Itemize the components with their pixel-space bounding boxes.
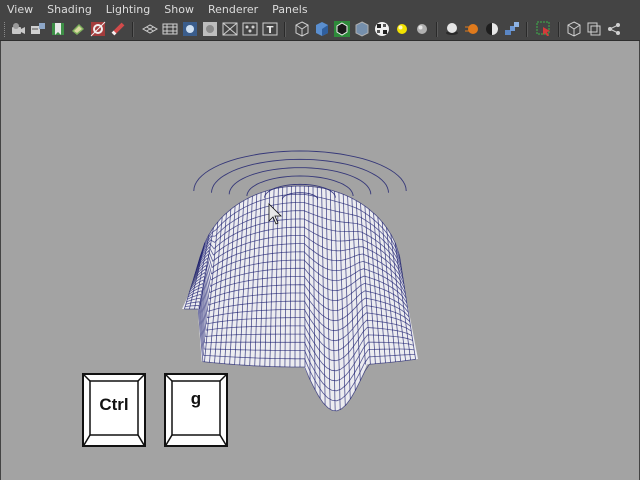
menu-panels[interactable]: Panels bbox=[265, 0, 314, 19]
select-camera-icon[interactable] bbox=[10, 21, 26, 37]
ctrl-key-indicator: Ctrl bbox=[82, 373, 146, 447]
maya-panel: View Shading Lighting Show Renderer Pane… bbox=[0, 0, 640, 480]
toolbar-separator bbox=[132, 22, 134, 37]
depth-of-field-icon[interactable] bbox=[504, 21, 520, 37]
3d-viewport[interactable]: Ctrl g bbox=[1, 41, 639, 480]
hypershade-icon[interactable] bbox=[606, 21, 622, 37]
field-chart-icon[interactable] bbox=[222, 21, 238, 37]
toolbar-separator bbox=[526, 22, 528, 37]
bookmark-icon[interactable] bbox=[50, 21, 66, 37]
toolbar-separator bbox=[284, 22, 286, 37]
menu-renderer[interactable]: Renderer bbox=[201, 0, 265, 19]
grease-pencil-icon[interactable] bbox=[110, 21, 126, 37]
use-all-lights-icon[interactable] bbox=[394, 21, 410, 37]
menu-show[interactable]: Show bbox=[157, 0, 201, 19]
xray-icon[interactable] bbox=[354, 21, 370, 37]
g-key-indicator: g bbox=[164, 373, 228, 447]
multisample-antialiasing-icon[interactable] bbox=[484, 21, 500, 37]
toolbar-handle-icon[interactable] bbox=[4, 22, 7, 37]
screen-space-ambient-occlusion-icon[interactable] bbox=[444, 21, 460, 37]
safe-action-icon[interactable] bbox=[242, 21, 258, 37]
grid-icon[interactable] bbox=[142, 21, 158, 37]
safe-title-icon[interactable]: T bbox=[262, 21, 278, 37]
panel-toolbar: T bbox=[0, 19, 640, 41]
ctrl-key-label: Ctrl bbox=[99, 395, 129, 414]
smooth-shade-icon[interactable] bbox=[314, 21, 330, 37]
textured-icon[interactable] bbox=[374, 21, 390, 37]
mesh-lines bbox=[182, 150, 418, 412]
wireframe-icon[interactable] bbox=[294, 21, 310, 37]
wireframe-on-shaded-icon[interactable] bbox=[334, 21, 350, 37]
toolbar-separator bbox=[558, 22, 560, 37]
panel-menu-bar: View Shading Lighting Show Renderer Pane… bbox=[0, 0, 640, 19]
film-gate-icon[interactable] bbox=[162, 21, 178, 37]
shadows-icon[interactable] bbox=[414, 21, 430, 37]
xray-active-components-icon[interactable] bbox=[586, 21, 602, 37]
gate-mask-icon[interactable] bbox=[202, 21, 218, 37]
resolution-gate-icon[interactable] bbox=[182, 21, 198, 37]
toolbar-separator bbox=[436, 22, 438, 37]
g-key-label: g bbox=[190, 389, 202, 408]
camera-attributes-icon[interactable] bbox=[30, 21, 46, 37]
isolate-select-icon[interactable] bbox=[536, 21, 552, 37]
keycap-bevel bbox=[166, 375, 226, 445]
svg-text:T: T bbox=[267, 25, 274, 36]
menu-view[interactable]: View bbox=[0, 0, 40, 19]
image-plane-icon[interactable] bbox=[70, 21, 86, 37]
xray-joints-icon[interactable] bbox=[566, 21, 582, 37]
menu-lighting[interactable]: Lighting bbox=[99, 0, 157, 19]
2d-pan-zoom-icon[interactable] bbox=[90, 21, 106, 37]
motion-blur-icon[interactable] bbox=[464, 21, 480, 37]
menu-shading[interactable]: Shading bbox=[40, 0, 99, 19]
